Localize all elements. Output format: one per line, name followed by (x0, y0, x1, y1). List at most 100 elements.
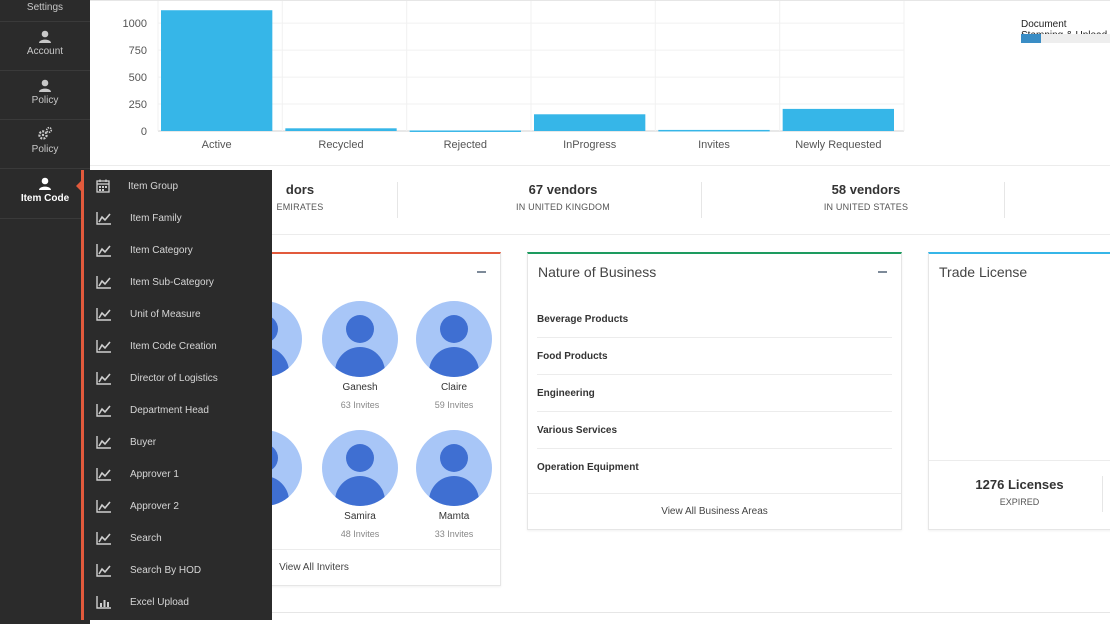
inviter-count: 59 Invites (434, 400, 474, 410)
license-stat-caption: EXPIRED (999, 497, 1040, 507)
inviter-item[interactable]: Samira 48 Invites (320, 430, 400, 539)
vendor-stat-caption: IN UNITED STATES (823, 202, 909, 212)
license-stat-value: 1276 Licenses (975, 477, 1064, 492)
inviter-item[interactable]: Claire 59 Invites (414, 301, 494, 410)
bar-invites (658, 129, 770, 132)
view-all-business-areas-link[interactable]: View All Business Areas (528, 493, 901, 529)
submenu-item-label: Search (130, 532, 162, 544)
sidebar-item-label: Policy (31, 95, 59, 106)
submenu-item-item-family[interactable]: Item Family (96, 209, 182, 227)
business-item[interactable]: Engineering (537, 375, 892, 412)
submenu-item-label: Approver 1 (130, 468, 179, 480)
sidebar-item-settings[interactable]: Settings (0, 0, 90, 22)
submenu-item-item-category[interactable]: Item Category (96, 241, 193, 259)
calendar-icon (96, 179, 119, 193)
submenu-item-search-by-hod[interactable]: Search By HOD (96, 561, 201, 579)
x-tick-label: Invites (698, 139, 730, 151)
user-icon (39, 177, 51, 190)
nature-of-business-card: Nature of Business Beverage Products Foo… (527, 252, 902, 530)
submenu-item-label: Director of Logistics (130, 372, 218, 384)
business-item[interactable]: Various Services (537, 412, 892, 449)
submenu-item-approver-1[interactable]: Approver 1 (96, 465, 179, 483)
x-tick-label: Newly Requested (795, 139, 881, 151)
vendor-stat-value: 67 vendors (528, 182, 598, 197)
submenu-item-label: Buyer (130, 436, 157, 448)
submenu-item-search[interactable]: Search (96, 529, 162, 547)
submenu-item-buyer[interactable]: Buyer (96, 433, 156, 451)
inviter-name: Mamta (438, 511, 470, 522)
line-chart-icon (96, 339, 121, 353)
vendor-status-bar-chart: 0 250 500 750 1000 Active Recycled Rejected InPr… (123, 1, 905, 151)
sidebar-item-item-code[interactable]: Item Code (0, 169, 90, 219)
stat-divider (701, 182, 702, 218)
submenu-item-label: Department Head (130, 404, 209, 416)
inviter-count: 63 Invites (340, 400, 380, 410)
x-tick-label: InProgress (563, 139, 617, 151)
submenu-item-director-of-logistics[interactable]: Director of Logistics (96, 369, 218, 387)
x-tick-label: Rejected (444, 139, 487, 151)
submenu-item-label: Excel Upload (130, 596, 189, 608)
card-title: Trade License (939, 264, 1028, 280)
legend-progress-bar (1021, 34, 1110, 43)
avatar (416, 301, 492, 377)
license-stat: 1276 Licenses EXPIRED (929, 460, 1110, 530)
business-item[interactable]: Food Products (537, 338, 892, 375)
business-item[interactable]: Beverage Products (537, 301, 892, 338)
submenu-item-department-head[interactable]: Department Head (96, 401, 209, 419)
submenu-item-item-code-creation[interactable]: Item Code Creation (96, 337, 217, 355)
submenu-item-approver-2[interactable]: Approver 2 (96, 497, 179, 515)
inviter-item[interactable]: Mamta 33 Invites (414, 430, 494, 539)
minimize-icon[interactable] (878, 271, 887, 273)
y-tick-label: 500 (129, 72, 147, 84)
card-title: Nature of Business (538, 264, 657, 280)
submenu-item-item-sub-category[interactable]: Item Sub-Category (96, 273, 214, 291)
sidebar-item-account[interactable]: Account (0, 22, 90, 71)
bar-recycled (285, 128, 397, 131)
inviter-count: 48 Invites (340, 529, 380, 539)
line-chart-icon (96, 211, 121, 225)
line-chart-icon (96, 403, 121, 417)
submenu-item-excel-upload[interactable]: Excel Upload (96, 593, 189, 611)
sidebar-item-label: Policy (31, 144, 59, 155)
sidebar-item-policy-settings[interactable]: Policy (0, 120, 90, 169)
divider (272, 612, 1110, 613)
vendor-stat-caption: IN UNITED KINGDOM (516, 202, 610, 212)
sidebar-item-policy[interactable]: Policy (0, 71, 90, 120)
minimize-icon[interactable] (477, 271, 486, 273)
sidebar-item-label: Settings (26, 2, 64, 13)
inviter-name: Samira (344, 511, 376, 522)
stat-divider (1102, 476, 1103, 512)
item-code-submenu: Item Group Item Family Item Category Item S… (81, 170, 272, 620)
submenu-item-unit-of-measure[interactable]: Unit of Measure (96, 305, 201, 323)
bar-active (161, 10, 273, 132)
user-icon (39, 30, 51, 43)
dashboard-page: 0 250 500 750 1000 Active Recycled Rejected InPr… (0, 0, 1110, 624)
sidebar: Settings Account Policy Policy Item Code (0, 0, 90, 624)
line-chart-icon (96, 499, 121, 513)
stat-divider (397, 182, 398, 218)
line-chart-icon (96, 275, 121, 289)
submenu-item-label: Unit of Measure (130, 308, 201, 320)
gears-icon (38, 126, 53, 140)
line-chart-icon (96, 531, 121, 545)
submenu-item-item-group[interactable]: Item Group (96, 177, 178, 195)
business-item[interactable]: Operation Equipment (537, 449, 892, 486)
submenu-item-label: Search By HOD (130, 564, 202, 576)
bar-chart-icon (96, 595, 121, 609)
line-chart-icon (96, 307, 121, 321)
inviter-item[interactable]: Ganesh 63 Invites (320, 301, 400, 410)
x-tick-label: Recycled (318, 139, 363, 151)
line-chart-icon (96, 371, 121, 385)
stat-divider (1004, 182, 1005, 218)
avatar (322, 430, 398, 506)
sidebar-item-label: Account (26, 46, 64, 57)
user-icon (39, 79, 51, 92)
submenu-item-label: Item Sub-Category (130, 276, 214, 288)
submenu-item-label: Item Group (128, 180, 179, 192)
submenu-item-label: Item Code Creation (130, 340, 217, 352)
y-tick-label: 1000 (123, 18, 147, 30)
avatar (322, 301, 398, 377)
y-tick-label: 0 (141, 126, 147, 138)
avatar (416, 430, 492, 506)
vendor-stat-uk: 67 vendors IN UNITED KINGDOM (488, 182, 638, 212)
